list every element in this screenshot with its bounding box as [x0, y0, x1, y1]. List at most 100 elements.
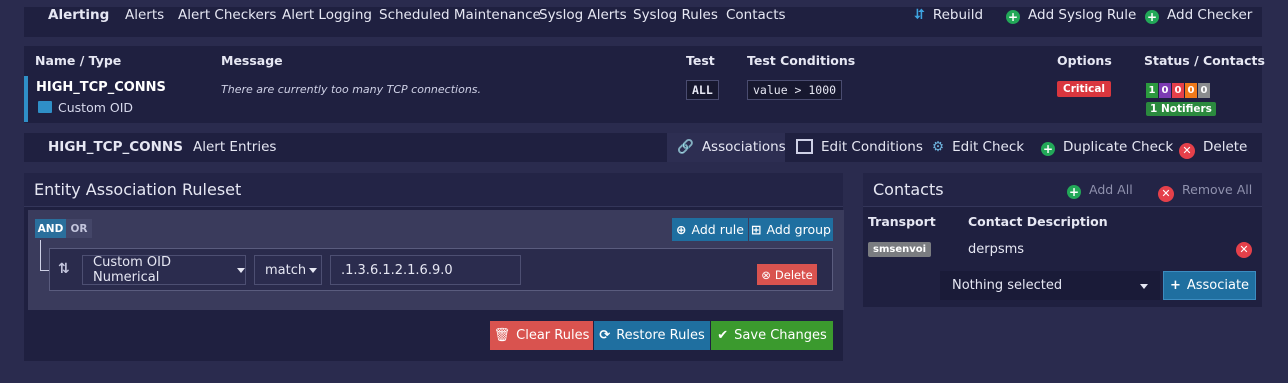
delete-check-button[interactable]: ✕ Delete — [1179, 139, 1247, 159]
tab-edit-conditions[interactable]: Edit Conditions — [796, 139, 923, 155]
add-rule-button[interactable]: ⊕ Add rule — [672, 218, 748, 241]
header-options: Options — [1057, 53, 1112, 68]
plus-icon: + — [1006, 10, 1020, 24]
tab-associations[interactable]: 🔗 Associations — [677, 139, 786, 155]
plus-icon: + — [1169, 278, 1181, 293]
alert-type-label: Custom OID — [58, 100, 134, 115]
contact-select-value: Nothing selected — [952, 278, 1063, 293]
header-test: Test — [686, 53, 715, 68]
save-changes-label: Save Changes — [734, 328, 827, 343]
refresh-icon: ⟳ — [599, 328, 611, 343]
status-counts: 10000 — [1146, 82, 1211, 98]
status-count-delayed: 0 — [1159, 83, 1171, 98]
check-icon: ✔ — [717, 328, 729, 343]
chart-icon — [38, 101, 52, 113]
add-checker-label: Add Checker — [1167, 7, 1253, 23]
transport-badge: smsenvoi — [868, 242, 932, 257]
plus-icon: + — [1145, 10, 1159, 24]
remove-contact-icon[interactable]: ✕ — [1236, 242, 1252, 258]
add-group-label: Add group — [766, 222, 831, 237]
chevron-down-icon — [1140, 284, 1148, 289]
or-toggle[interactable]: OR — [66, 219, 92, 238]
tab-edit-conditions-label: Edit Conditions — [821, 139, 923, 155]
plus-square-icon: ⊞ — [751, 222, 762, 237]
header-transport: Transport — [868, 214, 936, 229]
rebuild-button[interactable]: ⮃ Rebuild — [914, 7, 983, 23]
nav-contacts[interactable]: Contacts — [726, 7, 786, 23]
rebuild-label: Rebuild — [932, 7, 984, 23]
save-changes-button[interactable]: ✔ Save Changes — [711, 321, 833, 350]
alert-message: There are currently too many TCP connect… — [221, 83, 482, 96]
status-count-suppressed: 0 — [1185, 83, 1197, 98]
row-accent — [24, 76, 28, 122]
nav-alert-checkers[interactable]: Alert Checkers — [178, 7, 276, 23]
status-count-failed: 0 — [1172, 83, 1184, 98]
delete-rule-label: Delete — [774, 267, 813, 282]
restore-rules-label: Restore Rules — [616, 328, 705, 343]
tab-alert-entries[interactable]: Alert Entries — [193, 139, 276, 155]
plus-circle-icon: ⊕ — [676, 222, 687, 237]
close-circle-icon: ⊗ — [761, 267, 771, 282]
plus-icon: + — [1041, 142, 1055, 156]
restore-rules-button[interactable]: ⟳ Restore Rules — [594, 321, 710, 350]
header-status-contacts: Status / Contacts — [1144, 53, 1265, 68]
nav-alerts[interactable]: Alerts — [125, 7, 164, 23]
nav-syslog-rules[interactable]: Syslog Rules — [633, 7, 718, 23]
edit-conditions-icon — [796, 139, 813, 154]
alert-name[interactable]: HIGH_TCP_CONNS — [36, 80, 166, 95]
rebuild-icon: ⮃ — [914, 7, 925, 23]
notifiers-badge[interactable]: 1 Notifiers — [1146, 102, 1216, 116]
delete-rule-button[interactable]: ⊗ Delete — [757, 264, 817, 285]
alert-type: Custom OID — [38, 100, 133, 115]
ruleset-title: Entity Association Ruleset — [34, 180, 242, 199]
rule-operator-select[interactable]: match — [254, 255, 322, 285]
nav-scheduled-maintenance[interactable]: Scheduled Maintenance — [379, 7, 541, 23]
contact-description: derpsms — [968, 242, 1025, 257]
close-icon: ✕ — [1158, 186, 1174, 202]
rule-operator-value: match — [265, 262, 307, 278]
associate-label: Associate — [1186, 278, 1250, 293]
contacts-title: Contacts — [873, 180, 944, 199]
nav-alert-logging[interactable]: Alert Logging — [282, 7, 372, 23]
tab-edit-check-label: Edit Check — [952, 139, 1025, 155]
trash-icon: 🗑 — [493, 328, 511, 343]
drag-handle-icon[interactable]: ⇅ — [58, 261, 70, 277]
add-all-label: Add All — [1089, 182, 1133, 197]
test-value: ALL — [686, 80, 719, 100]
chevron-down-icon — [309, 267, 318, 273]
associate-button[interactable]: + Associate — [1163, 271, 1256, 300]
rule-value-input[interactable]: .1.3.6.1.2.1.6.9.0 — [330, 255, 521, 285]
severity-badge: Critical — [1057, 81, 1112, 97]
header-test-conditions: Test Conditions — [747, 53, 856, 68]
navbar-title[interactable]: Alerting — [48, 7, 109, 23]
plus-icon: + — [1067, 185, 1081, 199]
tab-associations-label: Associations — [701, 139, 786, 155]
add-checker-button[interactable]: + Add Checker — [1145, 7, 1252, 24]
header-name-type: Name / Type — [35, 53, 122, 68]
add-rule-label: Add rule — [691, 222, 744, 237]
rule-field-value: Custom OID Numerical — [93, 255, 172, 285]
remove-all-label: Remove All — [1182, 182, 1253, 197]
duplicate-check-button[interactable]: + Duplicate Check — [1041, 139, 1173, 156]
status-count-ok: 1 — [1146, 83, 1158, 98]
add-all-button[interactable]: + Add All — [1067, 182, 1133, 199]
delete-check-label: Delete — [1203, 139, 1248, 155]
chevron-down-icon — [237, 267, 245, 273]
and-toggle[interactable]: AND — [35, 219, 66, 238]
test-condition: value > 1000 — [747, 80, 843, 100]
header-contact-description: Contact Description — [968, 214, 1108, 229]
status-count-other: 0 — [1198, 83, 1210, 98]
nav-syslog-alerts[interactable]: Syslog Alerts — [539, 7, 627, 23]
add-group-button[interactable]: ⊞ Add group — [749, 218, 833, 241]
check-name[interactable]: HIGH_TCP_CONNS — [48, 139, 183, 155]
add-syslog-rule-label: Add Syslog Rule — [1028, 7, 1137, 23]
duplicate-check-label: Duplicate Check — [1063, 139, 1174, 155]
link-icon: 🔗 — [677, 139, 694, 155]
rule-field-select[interactable]: Custom OID Numerical — [82, 255, 246, 285]
remove-all-button[interactable]: ✕ Remove All — [1158, 182, 1252, 202]
add-syslog-rule-button[interactable]: + Add Syslog Rule — [1006, 7, 1136, 24]
contact-select[interactable]: Nothing selected — [940, 271, 1160, 300]
clear-rules-label: Clear Rules — [516, 328, 590, 343]
clear-rules-button[interactable]: 🗑 Clear Rules — [490, 321, 593, 350]
tab-edit-check[interactable]: ⚙ Edit Check — [932, 139, 1024, 155]
